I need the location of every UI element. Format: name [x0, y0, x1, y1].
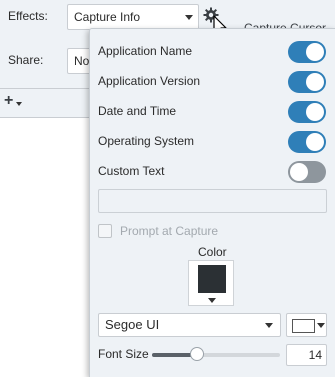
effects-value: Capture Info — [74, 10, 141, 24]
font-value: Segoe UI — [105, 317, 160, 332]
font-size-label: Font Size — [98, 347, 149, 361]
divider — [0, 88, 90, 89]
toggle-knob — [306, 43, 324, 61]
chevron-down-icon — [317, 323, 325, 328]
font-size-input[interactable]: 14 — [286, 344, 327, 366]
toggle-knob — [306, 133, 324, 151]
toggle-label-application-name: Application Name — [98, 44, 193, 58]
toggle-date-and-time[interactable] — [288, 101, 326, 123]
add-chevron-icon — [16, 102, 22, 106]
font-size-slider[interactable] — [152, 347, 280, 361]
toggle-label-application-version: Application Version — [98, 74, 201, 88]
share-label: Share: — [8, 53, 44, 67]
toggle-operating-system[interactable] — [288, 131, 326, 153]
toggle-label-date-and-time: Date and Time — [98, 104, 177, 118]
toggle-label-operating-system: Operating System — [98, 134, 195, 148]
toggle-custom-text[interactable] — [288, 161, 326, 183]
toggle-application-name[interactable] — [288, 41, 326, 63]
prompt-at-capture-label: Prompt at Capture — [120, 224, 219, 238]
prompt-at-capture-checkbox[interactable] — [98, 224, 112, 238]
chevron-down-icon — [265, 323, 273, 328]
color-picker-button[interactable] — [188, 260, 234, 306]
color-label: Color — [198, 245, 227, 259]
font-size-slider-handle[interactable] — [189, 347, 204, 361]
custom-text-input[interactable] — [98, 189, 327, 213]
effects-label: Effects: — [8, 9, 48, 23]
font-color-chip — [292, 319, 315, 333]
toggle-knob — [306, 73, 324, 91]
font-color-button[interactable] — [286, 313, 327, 337]
effects-dropdown[interactable]: Capture Info — [67, 4, 199, 30]
toggle-application-version[interactable] — [288, 71, 326, 93]
chevron-down-icon — [185, 15, 193, 20]
chevron-down-icon — [208, 298, 216, 303]
toggle-label-custom-text: Custom Text — [98, 164, 165, 178]
plus-icon: + — [4, 92, 14, 109]
share-value: No — [74, 54, 90, 68]
font-dropdown[interactable]: Segoe UI — [98, 313, 281, 337]
capture-info-popup: Application Name Application Version Dat… — [89, 28, 335, 377]
toggle-knob — [290, 163, 308, 181]
add-button[interactable]: + — [4, 92, 24, 110]
selected-color-swatch — [198, 265, 226, 293]
divider — [0, 117, 90, 118]
toggle-knob — [306, 103, 324, 121]
